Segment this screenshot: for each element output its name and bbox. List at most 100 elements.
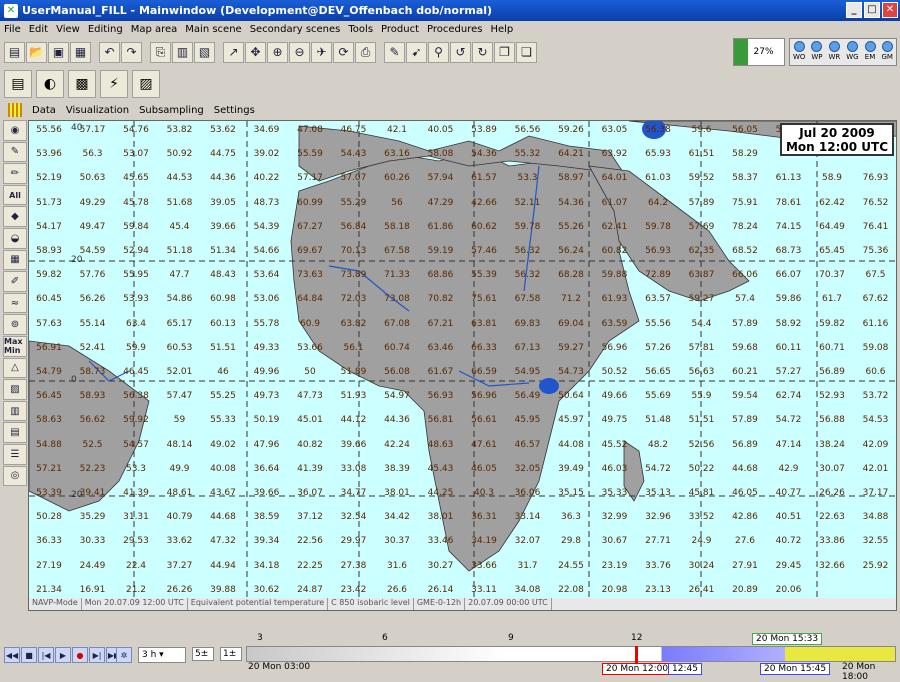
select-icon[interactable]: ↗ — [223, 41, 244, 63]
new-doc-icon[interactable]: ▤ — [4, 41, 25, 63]
status-light-wo[interactable]: WO — [793, 41, 805, 65]
paste-icon[interactable]: ▥ — [172, 41, 193, 63]
globe-icon[interactable]: ◉ — [3, 120, 27, 141]
paste-edit-icon[interactable]: ❏ — [516, 41, 537, 63]
target-icon[interactable]: ◎ — [3, 465, 27, 487]
settings-gear-icon[interactable]: ✲ — [116, 647, 132, 663]
map-view[interactable]: 55.56 57.17 54.76 53.82 53.62 34.69 47.08 46.75… — [28, 120, 897, 611]
pen-icon[interactable]: ✎ — [384, 41, 405, 63]
minimize-button[interactable]: _ — [846, 2, 862, 18]
print-map-icon[interactable]: ⎙ — [355, 41, 376, 63]
menu-secondary-scenes[interactable]: Secondary scenes — [250, 24, 341, 35]
grid-value: 44.94 — [210, 560, 236, 571]
grid-value: 57.4 — [734, 294, 756, 305]
menu-file[interactable]: File — [4, 24, 21, 35]
grid-value: 56.84 — [340, 221, 367, 232]
chart-side-icon[interactable]: ▨ — [3, 379, 27, 400]
count-spinner[interactable]: 1± — [220, 647, 242, 661]
submenu-visualization[interactable]: Visualization — [66, 105, 129, 116]
step-spinner[interactable]: 5± — [192, 647, 214, 661]
pencil-icon[interactable]: ✏ — [3, 163, 27, 184]
pressure-icon[interactable]: ⊚ — [3, 314, 27, 335]
step-forward-icon[interactable]: ▶| — [89, 647, 105, 663]
grid-value: 56.3 — [82, 149, 103, 160]
copy-icon[interactable]: ⎘ — [150, 41, 171, 63]
save-as-icon[interactable]: ▦ — [70, 41, 91, 63]
grid-value: 56.38 — [645, 125, 671, 135]
menu-help[interactable]: Help — [490, 24, 513, 35]
redo-icon[interactable]: ↷ — [121, 41, 142, 63]
submenu-data[interactable]: Data — [32, 105, 56, 116]
menu-map-area[interactable]: Map area — [131, 24, 178, 35]
step-select[interactable]: 3 h ▾ — [138, 647, 186, 663]
grid-value: 54.88 — [36, 439, 62, 450]
move-icon[interactable]: ✥ — [245, 41, 266, 63]
gradient-icon[interactable]: ▨ — [132, 70, 160, 98]
zoom-out-icon[interactable]: ⊖ — [289, 41, 310, 63]
grid-value: 56.61 — [471, 415, 497, 426]
grid-value: 53.89 — [471, 125, 497, 135]
maximize-button[interactable]: □ — [864, 2, 880, 18]
menu-view[interactable]: View — [56, 24, 80, 35]
chart-icon[interactable]: ▩ — [68, 70, 96, 98]
all-button[interactable]: All — [3, 184, 27, 206]
status-light-wg[interactable]: WG — [846, 41, 859, 65]
save-icon[interactable]: ▣ — [48, 41, 69, 63]
layers-icon[interactable]: ▤ — [4, 70, 32, 98]
draw-icon[interactable]: ✎ — [3, 141, 27, 163]
menu-tools[interactable]: Tools — [348, 24, 373, 35]
grid-tool-icon[interactable]: ▦ — [3, 249, 27, 271]
rewind-icon[interactable]: ◀◀ — [4, 647, 20, 663]
step-back-icon[interactable]: |◀ — [38, 647, 54, 663]
status-light-wr[interactable]: WR — [828, 41, 840, 65]
menu-procedures[interactable]: Procedures — [427, 24, 482, 35]
zoom-in-icon[interactable]: ⊕ — [267, 41, 288, 63]
current-time-marker[interactable] — [635, 646, 638, 663]
palette-icon[interactable]: ◐ — [36, 70, 64, 98]
grid-value: 55.39 — [471, 270, 497, 281]
layer-icon[interactable]: ◒ — [3, 227, 27, 249]
pan-icon[interactable]: ✈ — [311, 41, 332, 63]
date-line1: Jul 20 2009 — [799, 126, 875, 140]
grid-value: 52.93 — [819, 391, 845, 402]
status-light-gm[interactable]: GM — [881, 41, 893, 65]
grid-value: 55.25 — [210, 391, 236, 402]
grid-value: 66.06 — [732, 270, 758, 281]
status-light-wp[interactable]: WP — [811, 41, 823, 65]
filter-icon[interactable]: ▤ — [3, 422, 27, 443]
max-min-button[interactable]: Max Min — [3, 335, 27, 357]
list-icon[interactable]: ☰ — [3, 443, 27, 465]
grid-value: 57.63 — [36, 318, 62, 329]
time-track[interactable] — [246, 646, 896, 662]
shape-icon[interactable]: ◆ — [3, 206, 27, 227]
triangle-icon[interactable]: △ — [3, 357, 27, 379]
stop-icon[interactable]: ■ — [21, 647, 37, 663]
redo-edit-icon[interactable]: ↻ — [472, 41, 493, 63]
open-icon[interactable]: 📂 — [26, 41, 47, 63]
grid-value: 47.96 — [253, 439, 280, 450]
refresh-icon[interactable]: ⟳ — [333, 41, 354, 63]
submenu-settings[interactable]: Settings — [214, 105, 255, 116]
copy-edit-icon[interactable]: ❐ — [494, 41, 515, 63]
menu-editing[interactable]: Editing — [88, 24, 123, 35]
grid-value: 66.33 — [471, 342, 497, 353]
pointer-icon[interactable]: ➹ — [406, 41, 427, 63]
status-light-em[interactable]: EM — [864, 41, 876, 65]
undo-icon[interactable]: ↶ — [99, 41, 120, 63]
network-icon[interactable]: ⚡ — [100, 70, 128, 98]
undo-edit-icon[interactable]: ↺ — [450, 41, 471, 63]
record-icon[interactable]: ● — [72, 647, 88, 663]
wave-icon[interactable]: ≈ — [3, 292, 27, 314]
menu-product[interactable]: Product — [381, 24, 419, 35]
submenu-subsampling[interactable]: Subsampling — [139, 105, 204, 116]
pin-icon[interactable]: ⚲ — [428, 41, 449, 63]
grid-value: 54.59 — [79, 246, 106, 256]
film-icon[interactable]: ▥ — [3, 400, 27, 422]
play-icon[interactable]: ▶ — [55, 647, 71, 663]
close-button[interactable]: ✕ — [882, 2, 898, 18]
print-icon[interactable]: ▧ — [194, 41, 215, 63]
grid-value: 49.9 — [169, 463, 190, 474]
brush-icon[interactable]: ✐ — [3, 271, 27, 292]
menu-edit[interactable]: Edit — [29, 24, 48, 35]
menu-main-scene[interactable]: Main scene — [185, 24, 241, 35]
